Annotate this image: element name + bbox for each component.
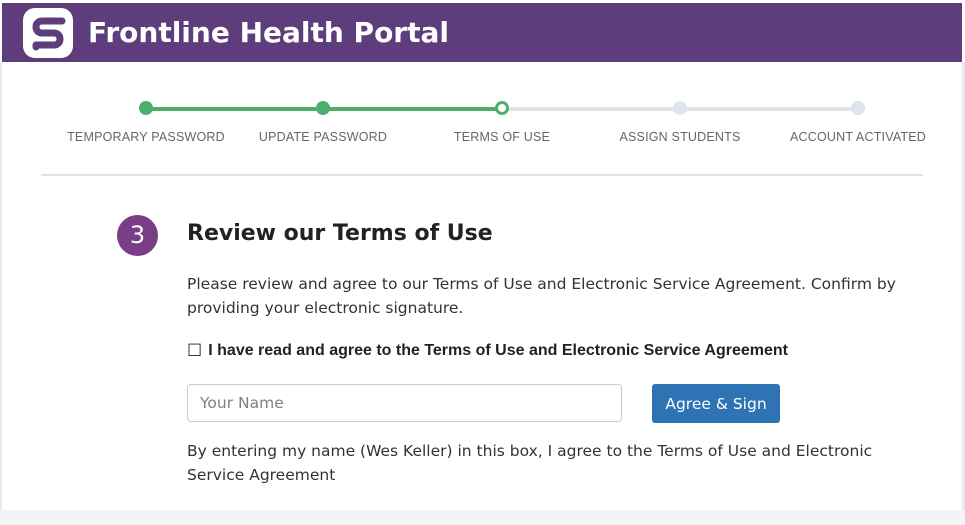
divider [41,174,923,176]
section-title: Review our Terms of Use [187,221,493,246]
agree-checkbox-row[interactable]: ☐ I have read and agree to the Terms of … [187,341,788,361]
signature-disclaimer: By entering my name (Wes Keller) in this… [187,442,873,484]
agree-checkbox-label[interactable]: I have read and agree to the Terms of Us… [208,341,788,361]
stepper-label-update-password: UPDATE PASSWORD [258,130,388,144]
stepper-dot-assign-students [673,101,687,115]
stepper-connector [502,107,680,111]
agree-and-sign-button[interactable]: Agree & Sign [652,384,780,423]
frontline-logo-icon[interactable] [22,7,74,59]
agree-checkbox[interactable]: ☐ [187,341,202,361]
progress-stepper: TEMPORARY PASSWORD UPDATE PASSWORD TERMS O… [0,95,965,155]
portal-header: Frontline Health Portal [2,3,962,62]
page: Frontline Health Portal TEMPORARY PASSWO… [0,0,965,525]
stepper-dot-temporary-password [139,101,153,115]
stepper-dot-terms-of-use [495,101,509,115]
portal-title: Frontline Health Portal [88,16,449,49]
stepper-label-terms-of-use: TERMS OF USE [453,130,551,144]
stepper-dot-update-password [316,101,330,115]
stepper-connector [323,107,502,111]
stepper-label-assign-students: ASSIGN STUDENTS [619,130,741,144]
stepper-connector [680,107,858,111]
stepper-dot-account-activated [851,101,865,115]
stepper-label-account-activated: ACCOUNT ACTIVATED [789,130,927,144]
stepper-label-temporary-password: TEMPORARY PASSWORD [67,130,225,144]
stepper-connector [146,107,323,111]
intro-text: Please review and agree to our Terms of … [187,275,896,317]
page-bottom-edge [0,510,965,525]
step-number-badge: 3 [117,215,158,256]
signature-name-input[interactable] [187,384,622,422]
